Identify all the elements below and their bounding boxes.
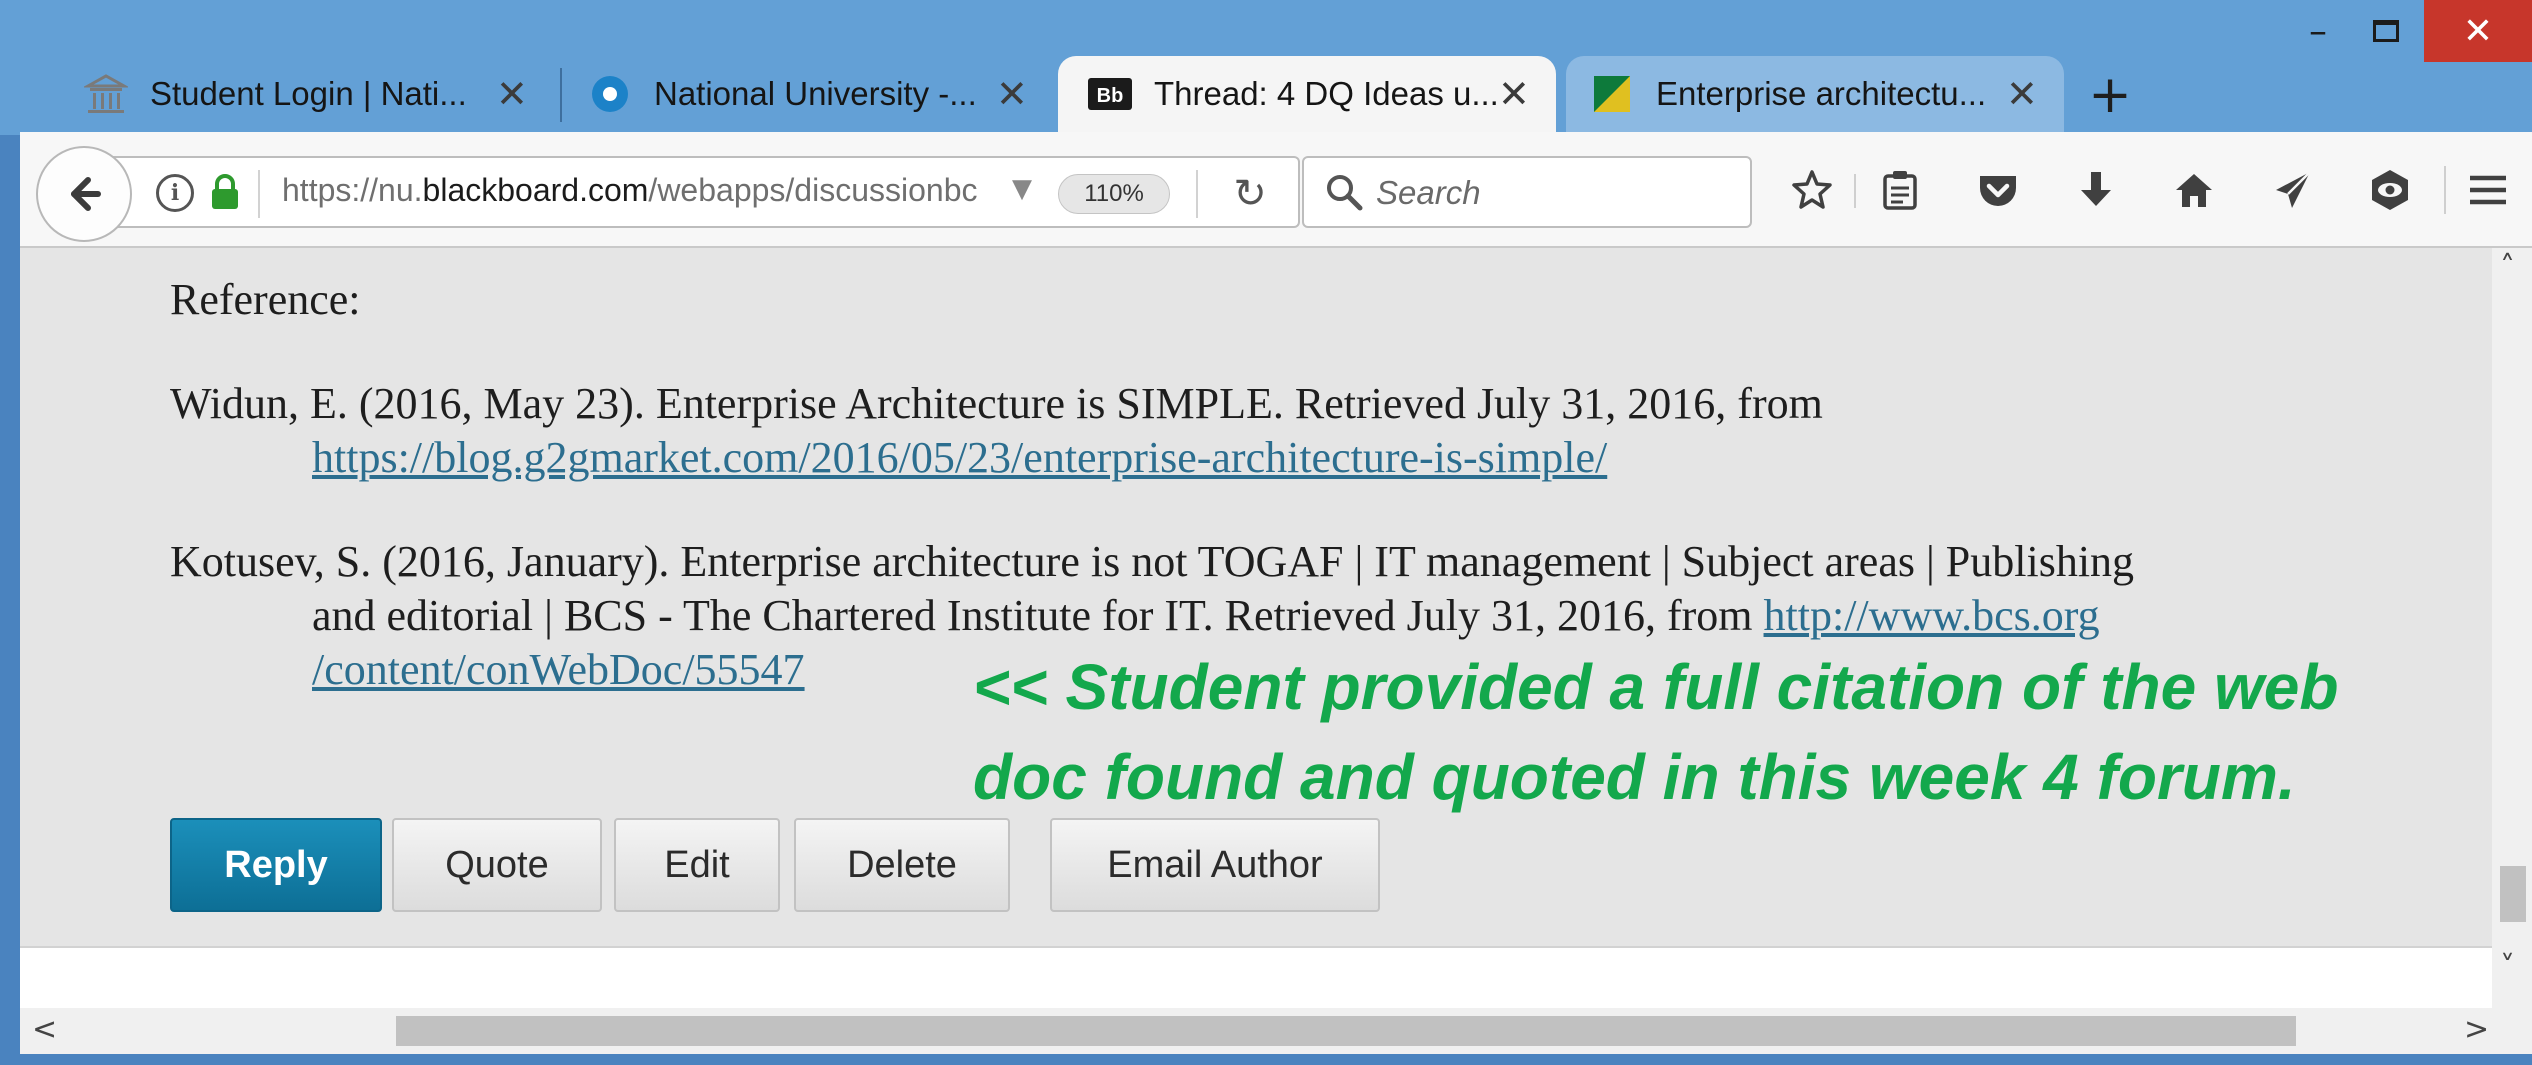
reading-list-icon[interactable] [1862,152,1938,228]
reply-button[interactable]: Reply [170,818,382,912]
quote-button[interactable]: Quote [392,818,602,912]
vertical-scrollbar[interactable]: ˄ ˅ [2492,248,2532,1008]
navigation-toolbar: i https://nu.blackboard.com/webapps/disc… [20,132,2532,248]
url-dropdown-icon[interactable]: ▼ [1012,174,1032,204]
url-divider [258,170,260,218]
tab-thread[interactable]: Bb Thread: 4 DQ Ideas u... ✕ [1058,56,1556,132]
privacy-extension-icon[interactable] [2352,152,2428,228]
horizontal-scroll-thumb[interactable] [396,1016,2296,1046]
home-icon[interactable] [2156,152,2232,228]
annotation-note: << Student provided a full citation of t… [973,651,2339,723]
pocket-icon[interactable] [1960,152,2036,228]
url-divider [1196,170,1198,218]
hamburger-menu-icon[interactable] [2450,152,2526,228]
zoom-indicator[interactable]: 110% [1058,174,1170,214]
scroll-right-icon[interactable]: > [2464,1012,2489,1047]
tab-enterprise-architecture[interactable]: Enterprise architectu... ✕ [1566,56,2064,132]
horizontal-scrollbar[interactable]: < > [20,1008,2532,1054]
reference-1-text: Widun, E. (2016, May 23). Enterprise Arc… [170,379,1823,428]
edit-button[interactable]: Edit [614,818,780,912]
delete-button[interactable]: Delete [794,818,1010,912]
tab-title: Thread: 4 DQ Ideas u... [1154,75,1499,112]
tab-close-icon[interactable]: ✕ [496,74,528,114]
reference-2-link[interactable]: http://www.bcs.org [1764,591,2100,640]
email-author-button[interactable]: Email Author [1050,818,1380,912]
new-tab-button[interactable]: + [2080,60,2140,130]
tab-title: Student Login | Nati... [150,75,467,112]
circle-icon [588,72,632,116]
scroll-left-icon[interactable]: < [32,1012,57,1047]
search-icon [1324,172,1364,212]
send-tab-icon[interactable] [2254,152,2330,228]
reference-2-continued: and editorial | BCS - The Chartered Inst… [312,591,1764,640]
lock-icon [210,172,240,212]
reload-icon[interactable]: ↻ [1222,166,1278,222]
tab-close-icon[interactable]: ✕ [996,74,1028,114]
blackboard-bb-icon: Bb [1088,72,1132,116]
reference-2-link-continued[interactable]: /content/conWebDoc/55547 [312,644,805,695]
tab-national-university[interactable]: National University -... ✕ [568,56,1058,132]
url-path: /webapps/discussionbc [648,172,978,208]
reference-2-text: Kotusev, S. (2016, January). Enterprise … [170,537,2135,586]
search-placeholder: Search [1376,174,1481,211]
back-arrow-icon [71,177,101,211]
toolbar-divider [2444,166,2446,214]
discussion-post: Reference: Widun, E. (2016, May 23). Ent… [20,248,2492,948]
vertical-scroll-thumb[interactable] [2500,866,2526,922]
maximize-icon [2373,20,2399,42]
url-prefix: https://nu. [282,172,423,208]
tab-student-login[interactable]: Student Login | Nati... ✕ [56,56,548,132]
annotation-note-line2: doc found and quoted in this week 4 foru… [973,741,2296,813]
download-icon[interactable] [2058,152,2134,228]
tab-title: Enterprise architectu... [1656,75,1987,112]
svg-text:Bb: Bb [1097,85,1124,107]
info-icon[interactable]: i [156,174,194,212]
page-viewport: Reference: Widun, E. (2016, May 23). Ent… [20,248,2492,1008]
bookmark-star-icon[interactable] [1774,152,1850,228]
url-domain: blackboard.com [422,172,649,208]
scroll-down-icon[interactable]: ˅ [2500,950,2515,985]
tab-title: National University -... [654,75,977,112]
search-box[interactable]: Search [1302,156,1752,228]
url-text[interactable]: https://nu.blackboard.com/webapps/discus… [282,172,1002,209]
close-window-button[interactable]: ✕ [2424,0,2532,62]
reference-1-link[interactable]: https://blog.g2gmarket.com/2016/05/23/en… [312,432,1607,483]
tab-separator [560,68,562,122]
toolbar-divider [1854,174,1856,208]
scroll-up-icon[interactable]: ˄ [2500,250,2515,285]
tab-close-icon[interactable]: ✕ [2006,74,2038,114]
url-bar[interactable]: i https://nu.blackboard.com/webapps/disc… [106,156,1300,228]
reference-2-text-line2: and editorial | BCS - The Chartered Inst… [312,590,2100,641]
maximize-button[interactable] [2346,0,2426,62]
back-button[interactable] [36,146,132,242]
university-icon [84,72,128,116]
reference-heading: Reference: [170,275,361,324]
bcs-icon [1590,72,1634,116]
tab-close-icon[interactable]: ✕ [1498,74,1530,114]
